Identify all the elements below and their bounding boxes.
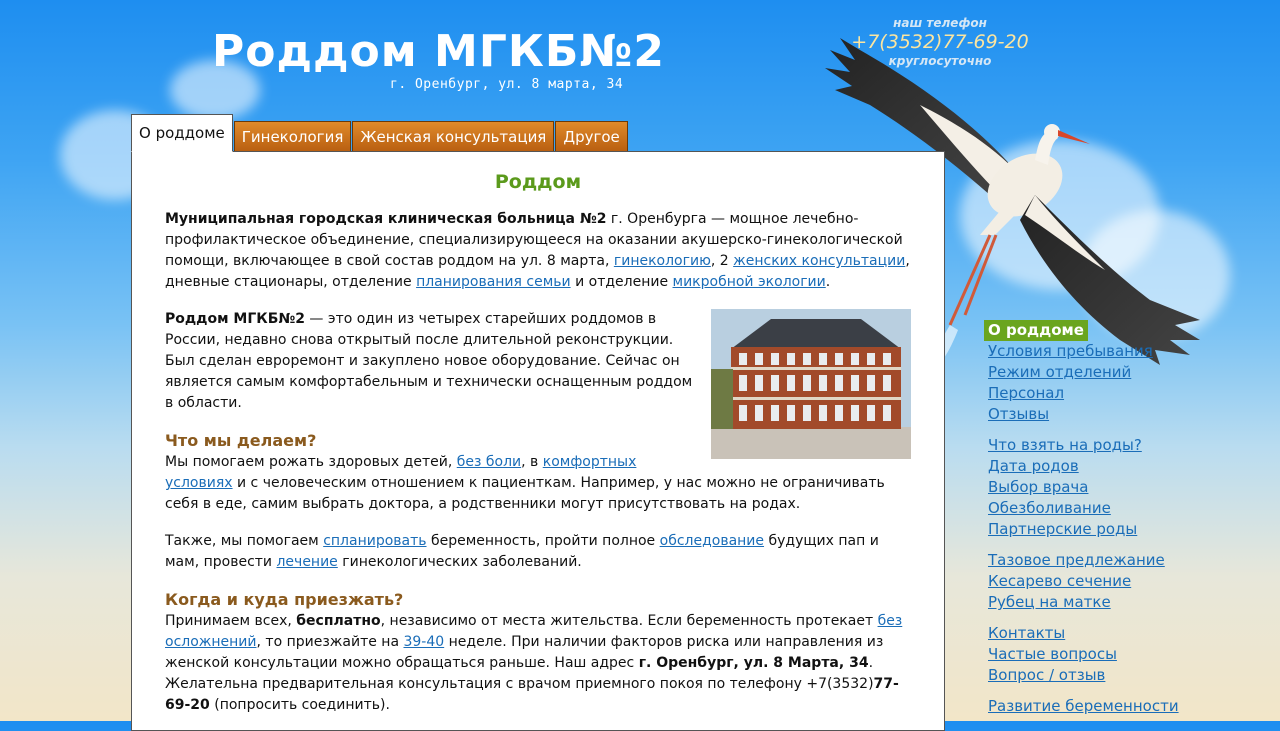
when-paragraph: Принимаем всех, бесплатно, независимо от… — [165, 611, 911, 716]
link-painless[interactable]: без боли — [457, 454, 521, 470]
services-paragraph: Также, мы помогаем спланировать беременн… — [165, 531, 911, 573]
sidebar-item-contacts[interactable]: Контакты — [984, 623, 1184, 644]
text: Мы помогаем рожать здоровых детей, — [165, 454, 457, 470]
text: (попросить соединить). — [209, 697, 390, 713]
section-heading-when: Когда и куда приезжать? — [165, 590, 404, 609]
link-family-planning[interactable]: планирования семьи — [416, 274, 571, 290]
link-39-40-weeks[interactable]: 39-40 — [403, 634, 444, 650]
sidebar-item-doctor-choice[interactable]: Выбор врача — [984, 477, 1184, 498]
tab-other[interactable]: Другое — [555, 121, 628, 152]
site-title: Роддом МГКБ№2 — [212, 26, 665, 77]
sidebar-item-pregnancy-development[interactable]: Развитие беременности — [984, 696, 1184, 717]
link-microbial-ecology[interactable]: микробной экологии — [673, 274, 826, 290]
sidebar-item-reviews[interactable]: Отзывы — [984, 404, 1184, 425]
sidebar-group: Контакты Частые вопросы Вопрос / отзыв — [984, 623, 1184, 686]
sidebar-nav: О роддоме Условия пребывания Режим отдел… — [984, 320, 1184, 727]
bold-text: бесплатно — [296, 613, 381, 629]
text: и с человеческим отношением к пациенткам… — [165, 475, 885, 512]
main-tabs: О роддоме Гинекология Женская консультац… — [131, 114, 629, 152]
link-gynecology[interactable]: гинекологию — [614, 253, 711, 269]
sidebar-item-conditions[interactable]: Условия пребывания — [984, 341, 1184, 362]
sidebar-item-staff[interactable]: Персонал — [984, 383, 1184, 404]
text: , 2 — [710, 253, 734, 269]
text: и отделение — [570, 274, 673, 290]
text: . — [825, 274, 831, 290]
hospital-name: Муниципальная городская клиническая боль… — [165, 211, 607, 227]
link-womens-consultations[interactable]: женских консультации — [733, 253, 905, 269]
sidebar-group: О роддоме Условия пребывания Режим отдел… — [984, 320, 1184, 425]
text: беременность, пройти полное — [426, 533, 660, 549]
address-text: г. Оренбург, ул. 8 Марта, 34 — [638, 655, 869, 671]
sidebar-item-partner-birth[interactable]: Партнерские роды — [984, 519, 1184, 540]
text: гинекологических заболеваний. — [337, 554, 582, 570]
maternity-name: Роддом МГКБ№2 — [165, 311, 305, 327]
sidebar-item-schedule[interactable]: Режим отделений — [984, 362, 1184, 383]
text: , независимо от места жительства. Если б… — [380, 613, 878, 629]
sidebar-item-question[interactable]: Вопрос / отзыв — [984, 665, 1184, 686]
hospital-building-photo — [711, 309, 911, 459]
sidebar-group: Тазовое предлежание Кесарево сечение Руб… — [984, 550, 1184, 613]
link-plan[interactable]: спланировать — [323, 533, 426, 549]
sidebar-item-about[interactable]: О роддоме — [984, 320, 1088, 341]
link-examination[interactable]: обследование — [660, 533, 764, 549]
sidebar-item-anesthesia[interactable]: Обезболивание — [984, 498, 1184, 519]
intro-paragraph: Муниципальная городская клиническая боль… — [165, 209, 911, 293]
sidebar-item-due-date[interactable]: Дата родов — [984, 456, 1184, 477]
what-paragraph: Мы помогаем рожать здоровых детей, без б… — [165, 452, 911, 515]
sidebar-group: Развитие беременности — [984, 696, 1184, 717]
page-heading: Роддом — [494, 171, 582, 193]
tab-womens-consultation[interactable]: Женская консультация — [352, 121, 555, 152]
sidebar-item-uterine-scar[interactable]: Рубец на матке — [984, 592, 1184, 613]
tab-gynecology[interactable]: Гинекология — [233, 121, 352, 152]
text: Принимаем всех, — [165, 613, 297, 629]
text: , то приезжайте на — [256, 634, 404, 650]
sidebar-group: Что взять на роды? Дата родов Выбор врач… — [984, 435, 1184, 540]
sidebar-item-cesarean[interactable]: Кесарево сечение — [984, 571, 1184, 592]
main-content: Роддом Муниципальная городская клиническ… — [131, 151, 945, 731]
sidebar-item-faq[interactable]: Частые вопросы — [984, 644, 1184, 665]
link-treatment[interactable]: лечение — [276, 554, 337, 570]
text: , в — [521, 454, 543, 470]
site-address: г. Оренбург, ул. 8 марта, 34 — [390, 77, 624, 92]
sidebar-item-breech[interactable]: Тазовое предлежание — [984, 550, 1184, 571]
text: Также, мы помогаем — [165, 533, 324, 549]
sidebar-item-what-to-take[interactable]: Что взять на роды? — [984, 435, 1184, 456]
tab-about[interactable]: О роддоме — [131, 114, 233, 152]
